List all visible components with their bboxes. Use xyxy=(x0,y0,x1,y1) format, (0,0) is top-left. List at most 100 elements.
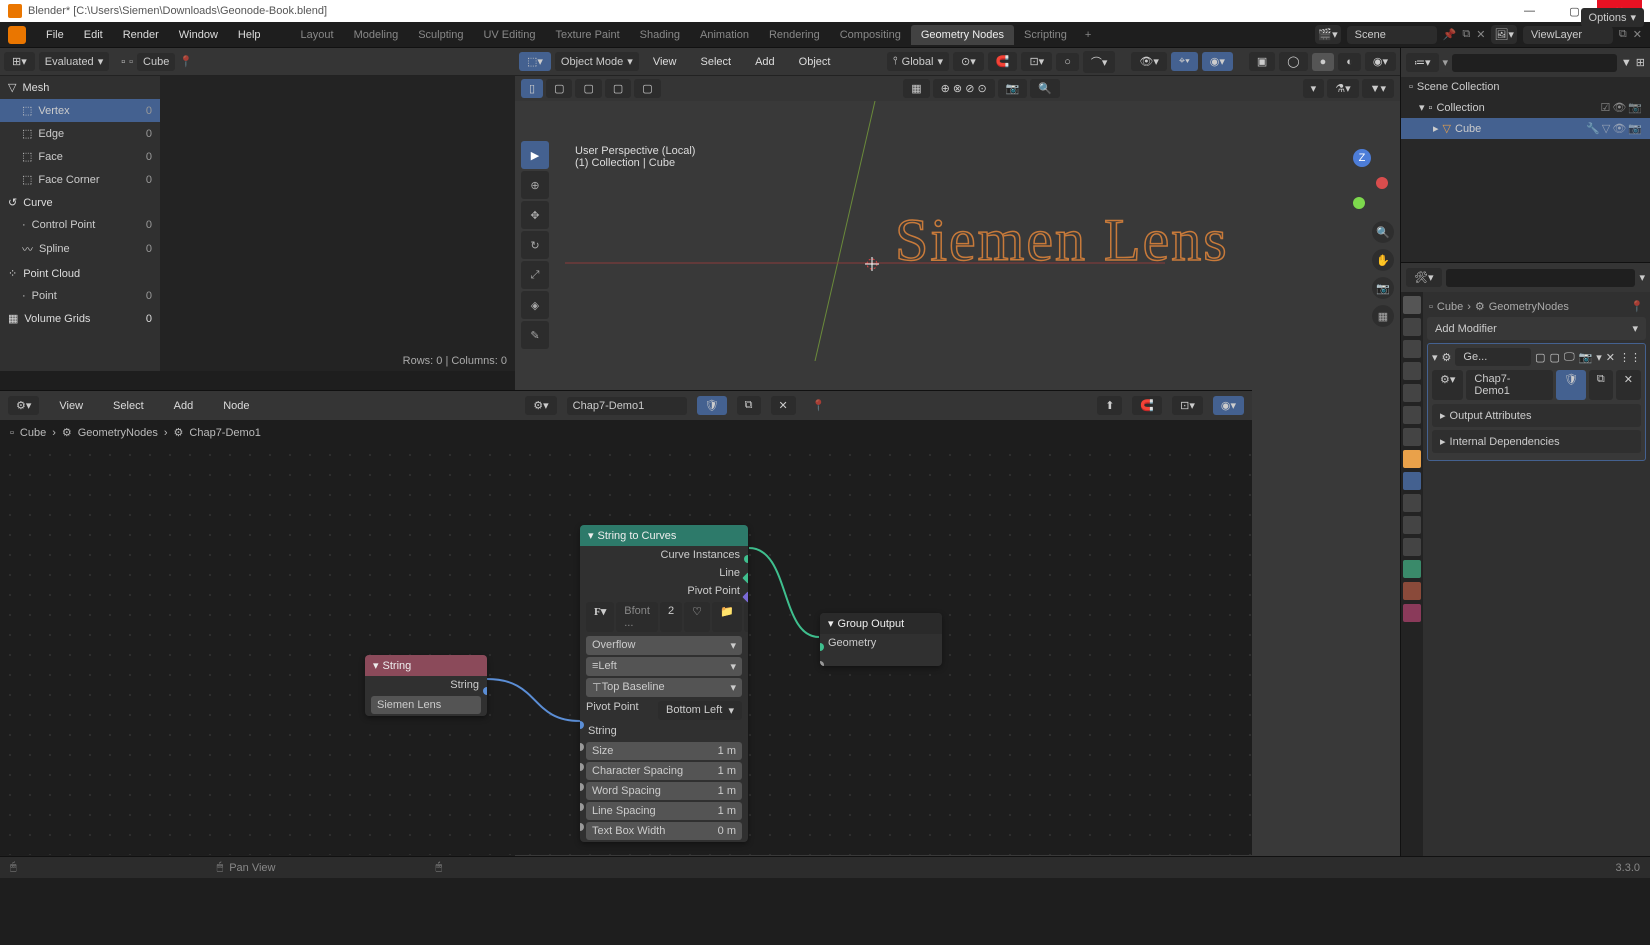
pin-icon[interactable]: 📍 xyxy=(179,55,193,68)
tab-data-icon[interactable] xyxy=(1403,560,1421,578)
minimize-button[interactable]: — xyxy=(1507,0,1552,22)
outliner-scene-collection[interactable]: ▫Scene Collection xyxy=(1401,77,1650,97)
add-modifier-dropdown[interactable]: Add Modifier▾ xyxy=(1427,317,1646,340)
pivot-dropdown[interactable]: Bottom Left▾ xyxy=(658,701,742,720)
domain-edge[interactable]: ⬚Edge0 xyxy=(0,122,160,145)
domain-point[interactable]: ·Point0 xyxy=(0,285,160,307)
domain-face[interactable]: ⬚Face0 xyxy=(0,145,160,168)
ws-texpaint[interactable]: Texture Paint xyxy=(545,25,629,45)
overlay-node-icon[interactable]: ◉▾ xyxy=(1213,396,1244,415)
editor-type-3dview-icon[interactable]: ⬚▾ xyxy=(519,52,551,71)
tool-transform[interactable]: ◈ xyxy=(521,291,549,319)
outliner-search[interactable] xyxy=(1452,54,1617,72)
outliner-filter-icon[interactable]: ▼ xyxy=(1621,57,1632,69)
tool-scale[interactable]: ⤢ xyxy=(521,261,549,289)
search-icon[interactable]: 🔍 xyxy=(1030,79,1060,98)
node-string-title[interactable]: ▾String xyxy=(365,655,487,676)
align-v-dropdown[interactable]: ⊤ Top Baseline▾ xyxy=(586,678,742,697)
visibility-icon[interactable]: 👁▾ xyxy=(1131,52,1167,71)
ws-rendering[interactable]: Rendering xyxy=(759,25,830,45)
spreadsheet-object[interactable]: Cube xyxy=(137,53,175,71)
scene-delete-icon[interactable]: ✕ xyxy=(1476,28,1485,41)
panel-output-attrs[interactable]: ▸Output Attributes xyxy=(1432,404,1641,427)
select-invert-icon[interactable]: ▢ xyxy=(605,79,631,98)
vp-menu-add[interactable]: Add xyxy=(745,56,785,68)
menu-window[interactable]: Window xyxy=(169,29,228,41)
browse-layer-icon[interactable]: 🖼▾ xyxy=(1491,25,1517,44)
perspective-icon[interactable]: ▦ xyxy=(1372,305,1394,327)
select-extend-icon[interactable]: ▢ xyxy=(546,79,572,98)
ws-sculpting[interactable]: Sculpting xyxy=(408,25,473,45)
scene-pin-icon[interactable]: 📌 xyxy=(1443,28,1457,41)
nodetree-selector[interactable]: Chap7-Demo1 xyxy=(567,397,687,415)
nodetree-pin-icon[interactable]: 📍 xyxy=(812,399,826,412)
prop-linespacing[interactable]: Line Spacing1 m xyxy=(586,802,742,820)
funnel-icon[interactable]: ▼▾ xyxy=(1362,79,1394,98)
mod-extras-icon[interactable]: ⋮⋮ xyxy=(1619,351,1641,364)
scene-selector[interactable]: Scene xyxy=(1347,26,1437,44)
tool-select-box[interactable]: ▶ xyxy=(521,141,549,169)
overlays-icon[interactable]: ◉▾ xyxy=(1202,52,1233,71)
ws-modeling[interactable]: Modeling xyxy=(344,25,409,45)
proportional-curve-icon[interactable]: ⌒▾ xyxy=(1083,51,1116,73)
properties-options-icon[interactable]: ▾ xyxy=(1639,271,1645,284)
shading-options-icon[interactable]: ▾ xyxy=(1303,79,1325,98)
nodetree-type-icon[interactable]: ⚙▾ xyxy=(525,396,556,415)
browse-scene-icon[interactable]: 🎬▾ xyxy=(1315,25,1340,44)
mod-on-cage-icon[interactable]: ▢ xyxy=(1535,351,1545,364)
nodetree-copy-icon[interactable]: ⧉ xyxy=(1589,370,1613,400)
gizmo-z-axis[interactable]: Z xyxy=(1353,149,1371,167)
tab-world-icon[interactable] xyxy=(1403,406,1421,424)
blender-logo-icon[interactable] xyxy=(8,26,26,44)
ws-layout[interactable]: Layout xyxy=(291,25,344,45)
node-canvas[interactable]: ▾String String Siemen Lens ▾String to Cu… xyxy=(0,445,1252,855)
tab-particles-icon[interactable] xyxy=(1403,494,1421,512)
panel-internal-deps[interactable]: ▸Internal Dependencies xyxy=(1432,430,1641,453)
spreadsheet-grid[interactable]: Rows: 0 | Columns: 0 xyxy=(160,76,515,371)
domain-controlpoint[interactable]: ·Control Point0 xyxy=(0,214,160,236)
snap-node-icon[interactable]: 🧲 xyxy=(1132,396,1162,415)
ne-menu-add[interactable]: Add xyxy=(164,400,204,412)
modifier-panel-header[interactable]: ▾⚙ Ge... ▢ ▢ 🖵 📷 ▾ ✕ ⋮⋮ xyxy=(1432,348,1641,366)
socket-string-out[interactable] xyxy=(483,687,487,695)
nav-gizmo[interactable]: Z xyxy=(1328,149,1388,209)
gizmo-x-axis[interactable] xyxy=(1376,177,1388,189)
gizmo-icons[interactable]: ⊕ ⊗ ⊘ ⊙ xyxy=(933,79,995,98)
node-s2c-title[interactable]: ▾String to Curves xyxy=(580,525,748,546)
collection-new-icon[interactable]: ⊞ xyxy=(1636,56,1645,69)
view-selectable-icon[interactable]: ▦ xyxy=(903,79,929,98)
outliner-collection[interactable]: ▾▫Collection☑👁📷 xyxy=(1401,97,1650,118)
ws-scripting[interactable]: Scripting xyxy=(1014,25,1077,45)
mod-edit-mode-icon[interactable]: ▢ xyxy=(1550,351,1560,364)
viewport-options[interactable]: Options▾ xyxy=(1581,8,1644,27)
menu-help[interactable]: Help xyxy=(228,29,271,41)
tab-scene-icon[interactable] xyxy=(1403,384,1421,402)
font-fake-user-icon[interactable]: ♡ xyxy=(684,602,710,632)
camera-view-icon[interactable]: 📷 xyxy=(1372,277,1394,299)
proportional-icon[interactable]: ○ xyxy=(1056,53,1079,71)
layer-delete-icon[interactable]: ✕ xyxy=(1633,28,1642,41)
tab-constraints-icon[interactable] xyxy=(1403,538,1421,556)
tab-object-icon[interactable] xyxy=(1403,450,1421,468)
shading-matprev-icon[interactable]: ◐ xyxy=(1338,53,1361,71)
snap-icon[interactable]: 🧲 xyxy=(988,52,1018,71)
socket-curve-instances[interactable] xyxy=(744,555,748,563)
menu-render[interactable]: Render xyxy=(113,29,169,41)
font-browse-icon[interactable]: F▾ xyxy=(586,602,614,632)
editor-type-properties-icon[interactable]: 🛠▾ xyxy=(1406,268,1442,287)
node-string[interactable]: ▾String String Siemen Lens xyxy=(365,655,487,716)
node-group-output[interactable]: ▾Group Output Geometry xyxy=(820,613,942,666)
object-pin-icon[interactable]: ▫ xyxy=(129,56,133,68)
nodetree-unlink-icon[interactable]: ✕ xyxy=(1616,370,1641,400)
nodetree-dup-icon[interactable]: ⧉ xyxy=(737,396,761,415)
fake-user-toggle-icon[interactable]: 🛡 xyxy=(697,396,727,415)
ws-add-button[interactable]: + xyxy=(1077,25,1099,45)
font-name[interactable]: Bfont ... xyxy=(616,602,658,632)
shading-wireframe-icon[interactable]: ◯ xyxy=(1279,52,1307,71)
domain-pointcloud[interactable]: ⁘Point Cloud xyxy=(0,262,160,285)
editor-type-outliner-icon[interactable]: ≔▾ xyxy=(1406,53,1439,72)
outliner-display-mode-icon[interactable]: ▾ xyxy=(1443,56,1449,69)
domain-mesh[interactable]: ▽Mesh xyxy=(0,76,160,99)
orientation-dropdown[interactable]: ⫯Global▾ xyxy=(887,52,949,71)
scene-copy-icon[interactable]: ⧉ xyxy=(1462,28,1470,41)
